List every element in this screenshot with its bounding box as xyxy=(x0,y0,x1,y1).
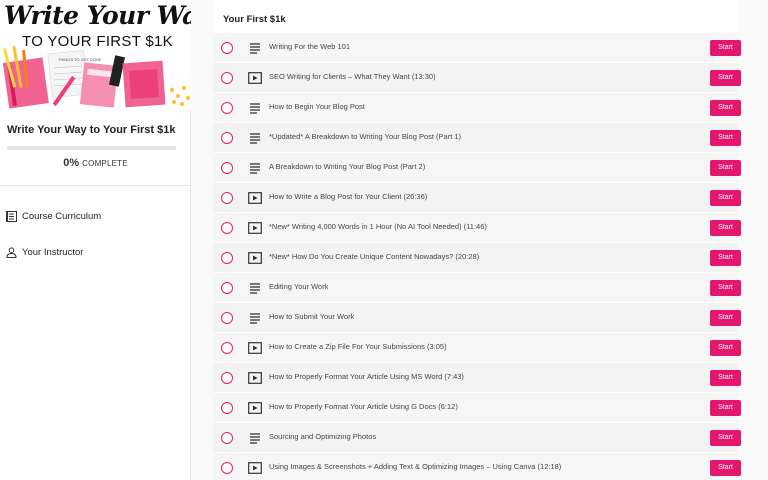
progress-text: 0% COMPLETE xyxy=(0,157,191,169)
course-title: Write Your Way to Your First $1k xyxy=(7,124,176,136)
lesson-row[interactable]: Using Images & Screenshots + Adding Text… xyxy=(213,453,741,480)
lesson-list: Writing For the Web 101 Start SEO Writing … xyxy=(213,33,741,480)
progress-percent: 0% xyxy=(63,157,80,169)
video-lesson-icon xyxy=(248,462,262,474)
completion-circle[interactable] xyxy=(221,72,233,84)
note-text: THINGS TO GET DONE xyxy=(58,57,102,62)
completion-circle[interactable] xyxy=(221,222,233,234)
progress-bar xyxy=(7,146,176,150)
lesson-row[interactable]: How to Create a Zip File For Your Submis… xyxy=(213,333,741,363)
completion-circle[interactable] xyxy=(221,402,233,414)
video-lesson-icon xyxy=(248,342,262,354)
lesson-row[interactable]: How to Write a Blog Post for Your Client… xyxy=(213,183,741,213)
start-button[interactable]: Start xyxy=(710,220,741,236)
text-lesson-icon xyxy=(250,43,260,54)
lesson-title[interactable]: How to Begin Your Blog Post xyxy=(269,102,365,111)
lesson-title[interactable]: How to Write a Blog Post for Your Client… xyxy=(269,192,427,201)
text-lesson-icon xyxy=(250,313,260,324)
completion-circle[interactable] xyxy=(221,432,233,444)
start-button[interactable]: Start xyxy=(710,100,741,116)
completion-circle[interactable] xyxy=(221,282,233,294)
cover-title: Write Your Way xyxy=(4,1,191,30)
lesson-row[interactable]: *New* Writing 4,000 Words in 1 Hour (No … xyxy=(213,213,741,243)
lesson-title[interactable]: *Updated* A Breakdown to Writing Your Bl… xyxy=(269,132,461,141)
lesson-title[interactable]: How to Submit Your Work xyxy=(269,312,354,321)
nav-label: Course Curriculum xyxy=(22,210,102,222)
start-button[interactable]: Start xyxy=(710,460,741,476)
main-content: Your First $1k Writing For the Web 101 St… xyxy=(191,0,768,480)
lesson-row[interactable]: How to Submit Your Work Start xyxy=(213,303,741,333)
start-button[interactable]: Start xyxy=(710,40,741,56)
nav-your-instructor[interactable]: Your Instructor xyxy=(6,244,186,260)
start-button[interactable]: Start xyxy=(710,400,741,416)
text-lesson-icon xyxy=(250,433,260,444)
start-button[interactable]: Start xyxy=(710,250,741,266)
lesson-title[interactable]: SEO Writing for Clients – What They Want… xyxy=(269,72,436,81)
completion-circle[interactable] xyxy=(221,462,233,474)
stationery-illustration: THINGS TO GET DONE xyxy=(2,45,190,109)
start-button[interactable]: Start xyxy=(710,190,741,206)
completion-circle[interactable] xyxy=(221,42,233,54)
completion-circle[interactable] xyxy=(221,312,233,324)
lesson-row[interactable]: How to Properly Format Your Article Usin… xyxy=(213,363,741,393)
completion-circle[interactable] xyxy=(221,132,233,144)
sidebar: Write Your Way TO YOUR FIRST $1K THINGS … xyxy=(0,0,191,480)
text-lesson-icon xyxy=(250,133,260,144)
completion-circle[interactable] xyxy=(221,342,233,354)
lesson-row[interactable]: How to Properly Format Your Article Usin… xyxy=(213,393,741,423)
start-button[interactable]: Start xyxy=(710,70,741,86)
video-lesson-icon xyxy=(248,252,262,264)
lesson-row[interactable]: Editing Your Work Start xyxy=(213,273,741,303)
video-lesson-icon xyxy=(248,192,262,204)
lesson-title[interactable]: Sourcing and Optimizing Photos xyxy=(269,432,376,441)
curriculum-panel: Your First $1k Writing For the Web 101 St… xyxy=(213,0,741,480)
lesson-title[interactable]: Editing Your Work xyxy=(269,282,328,291)
progress-label: COMPLETE xyxy=(82,159,128,168)
curriculum-icon xyxy=(6,210,17,222)
sidebar-divider xyxy=(0,185,191,186)
start-button[interactable]: Start xyxy=(710,160,741,176)
person-icon xyxy=(6,246,17,258)
section-title: Your First $1k xyxy=(223,14,286,25)
lesson-title[interactable]: *New* Writing 4,000 Words in 1 Hour (No … xyxy=(269,222,487,231)
course-cover-image: Write Your Way TO YOUR FIRST $1K THINGS … xyxy=(0,0,191,110)
lesson-title[interactable]: Using Images & Screenshots + Adding Text… xyxy=(269,462,561,471)
video-lesson-icon xyxy=(248,372,262,384)
completion-circle[interactable] xyxy=(221,102,233,114)
start-button[interactable]: Start xyxy=(710,340,741,356)
lesson-row[interactable]: *New* How Do You Create Unique Content N… xyxy=(213,243,741,273)
lesson-title[interactable]: How to Properly Format Your Article Usin… xyxy=(269,372,464,381)
nav-course-curriculum[interactable]: Course Curriculum xyxy=(6,208,186,224)
lesson-row[interactable]: How to Begin Your Blog Post Start xyxy=(213,93,741,123)
lesson-row[interactable]: SEO Writing for Clients – What They Want… xyxy=(213,63,741,93)
text-lesson-icon xyxy=(250,163,260,174)
lesson-title[interactable]: How to Create a Zip File For Your Submis… xyxy=(269,342,447,351)
completion-circle[interactable] xyxy=(221,192,233,204)
lesson-row[interactable]: Writing For the Web 101 Start xyxy=(213,33,741,63)
start-button[interactable]: Start xyxy=(710,370,741,386)
nav-label: Your Instructor xyxy=(22,246,84,258)
lesson-row[interactable]: A Breakdown to Writing Your Blog Post (P… xyxy=(213,153,741,183)
lesson-title[interactable]: How to Properly Format Your Article Usin… xyxy=(269,402,458,411)
completion-circle[interactable] xyxy=(221,162,233,174)
start-button[interactable]: Start xyxy=(710,430,741,446)
start-button[interactable]: Start xyxy=(710,280,741,296)
completion-circle[interactable] xyxy=(221,372,233,384)
start-button[interactable]: Start xyxy=(710,310,741,326)
video-lesson-icon xyxy=(248,72,262,84)
start-button[interactable]: Start xyxy=(710,130,741,146)
video-lesson-icon xyxy=(248,402,262,414)
lesson-row[interactable]: Sourcing and Optimizing Photos Start xyxy=(213,423,741,453)
lesson-title[interactable]: Writing For the Web 101 xyxy=(269,42,350,51)
text-lesson-icon xyxy=(250,283,260,294)
lesson-title[interactable]: A Breakdown to Writing Your Blog Post (P… xyxy=(269,162,425,171)
lesson-title[interactable]: *New* How Do You Create Unique Content N… xyxy=(269,252,479,261)
video-lesson-icon xyxy=(248,222,262,234)
completion-circle[interactable] xyxy=(221,252,233,264)
text-lesson-icon xyxy=(250,103,260,114)
lesson-row[interactable]: *Updated* A Breakdown to Writing Your Bl… xyxy=(213,123,741,153)
